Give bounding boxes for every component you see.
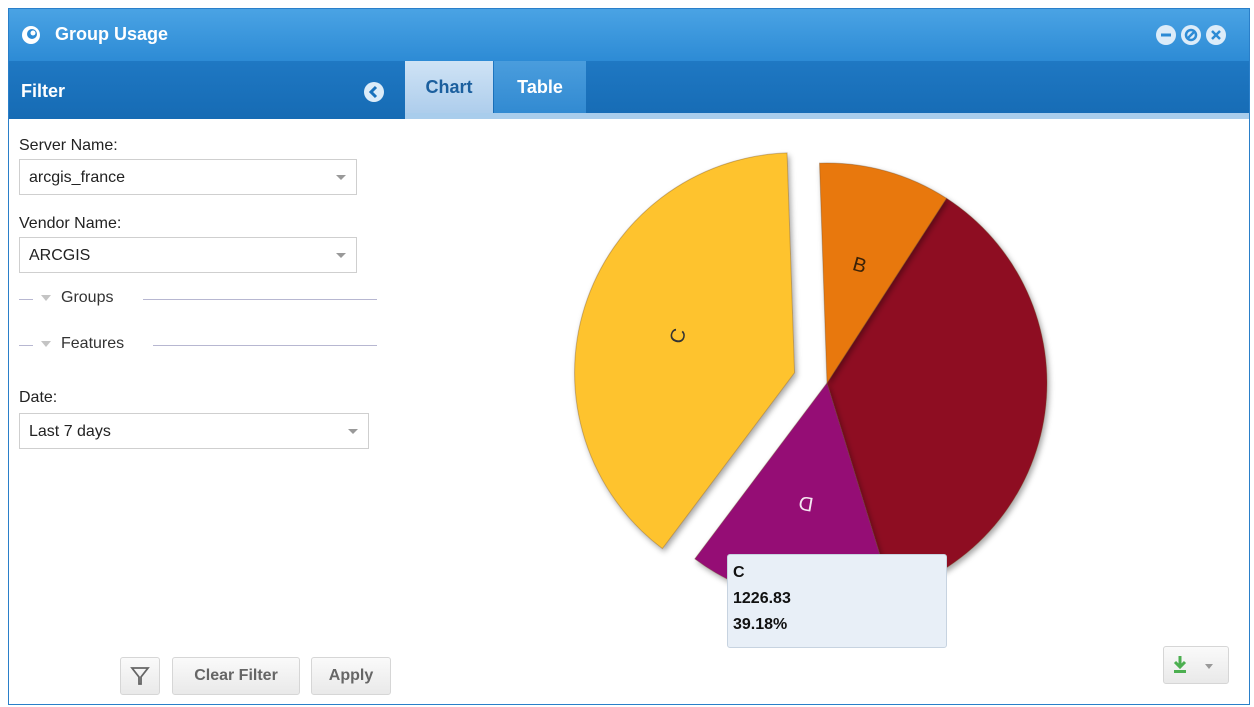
chart-tooltip: C 1226.83 39.18%: [727, 554, 947, 648]
tooltip-label: C: [733, 564, 745, 581]
tooltip-percent: 39.18%: [733, 616, 788, 633]
tooltip-value: 1226.83: [733, 590, 791, 607]
pie-chart: DCB: [574, 152, 1048, 604]
export-button[interactable]: [1163, 646, 1229, 684]
download-icon: [1173, 656, 1213, 673]
